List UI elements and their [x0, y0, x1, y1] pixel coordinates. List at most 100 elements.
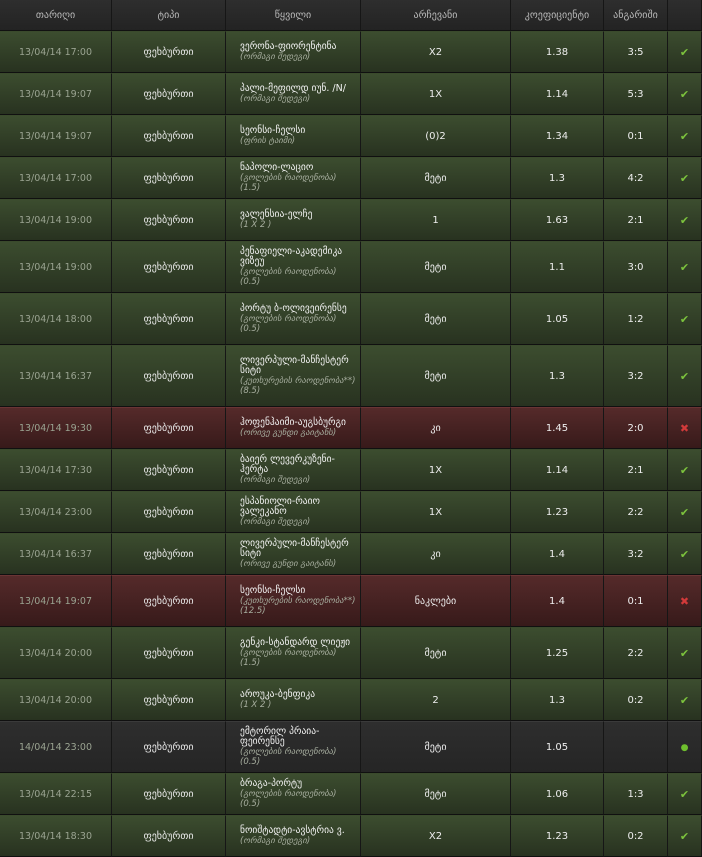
- bet-choice: X2: [361, 815, 511, 857]
- event-line: (1.5): [240, 658, 261, 668]
- bet-choice: კი: [361, 533, 511, 575]
- bet-sport-type: ფეხბურთი: [112, 407, 226, 449]
- bet-date: 13/04/14 16:37: [0, 533, 112, 575]
- bet-choice: 2: [361, 679, 511, 721]
- column-header-coefficient[interactable]: კოეფიციენტი: [511, 0, 604, 31]
- event-market: (1 X 2 ): [240, 700, 272, 710]
- event-name: აროუკა-ბენფიკა: [240, 689, 316, 700]
- table-row[interactable]: 13/04/14 19:07 ფეხბურთი სეონსი-ჩელსი (ფრის …: [0, 115, 702, 157]
- event-market: (ორმაგი შედეგი): [240, 94, 311, 104]
- bet-sport-type: ფეხბურთი: [112, 533, 226, 575]
- check-icon: ✔: [679, 45, 690, 59]
- bet-event-cell: პორტუ ბ-ოლივეირენსე (გოლების რაოდენობა) (0…: [226, 293, 361, 345]
- bet-date: 13/04/14 20:00: [0, 627, 112, 679]
- bet-sport-type: ფეხბურთი: [112, 773, 226, 815]
- table-row[interactable]: 13/04/14 23:00 ფეხბურთი ესპანიოლი-რაიო ვალ…: [0, 491, 702, 533]
- bet-status-cell: ✔: [668, 293, 702, 345]
- table-row[interactable]: 13/04/14 16:37 ფეხბურთი ლივერპული-მანჩესტე…: [0, 345, 702, 407]
- bet-event-cell: სეონსი-ჩელსი (ფრის ტაიმი): [226, 115, 361, 157]
- event-name: ჰოფენჰაიმი-აუგსბურგი: [240, 417, 346, 428]
- bet-coefficient: 1.1: [511, 241, 604, 293]
- bet-date: 13/04/14 19:00: [0, 199, 112, 241]
- bet-event-cell: სეონსი-ჩელსი (კუთხურების რაოდენობა**) (12.…: [226, 575, 361, 627]
- bet-event-cell: ვერონა-ფიორენტინა (ორმაგი შედეგი): [226, 31, 361, 73]
- table-row[interactable]: 13/04/14 20:00 ფეხბურთი გენკი-სტანდარდ ლიე…: [0, 627, 702, 679]
- bet-status-cell: ✖: [668, 407, 702, 449]
- bet-score: 0:2: [604, 679, 668, 721]
- bet-date: 13/04/14 20:00: [0, 679, 112, 721]
- column-header-choice[interactable]: არჩევანი: [361, 0, 511, 31]
- bet-choice: მეტი: [361, 721, 511, 773]
- bet-coefficient: 1.14: [511, 449, 604, 491]
- bet-event-cell: ესპანიოლი-რაიო ვალეკანო (ორმაგი შედეგი): [226, 491, 361, 533]
- table-row[interactable]: 13/04/14 16:37 ფეხბურთი ლივერპული-მანჩესტე…: [0, 533, 702, 575]
- bet-score: 2:0: [604, 407, 668, 449]
- bet-sport-type: ფეხბურთი: [112, 241, 226, 293]
- column-header-score[interactable]: ანგარიში: [604, 0, 668, 31]
- bet-date: 13/04/14 19:07: [0, 73, 112, 115]
- table-row[interactable]: 13/04/14 19:00 ფეხბურთი ვალენსია-ელჩე (1 X …: [0, 199, 702, 241]
- bet-date: 14/04/14 23:00: [0, 721, 112, 773]
- column-header-type[interactable]: ტიპი: [112, 0, 226, 31]
- bet-score: 2:1: [604, 449, 668, 491]
- bet-status-cell: ●: [668, 721, 702, 773]
- table-row[interactable]: 14/04/14 23:00 ფეხბურთი ემტორილ პრაია-ფეირ…: [0, 721, 702, 773]
- bet-status-cell: ✔: [668, 31, 702, 73]
- bet-sport-type: ფეხბურთი: [112, 345, 226, 407]
- bet-event-cell: ლივერპული-მანჩესტერ სიტი (ორივე გუნდი გაი…: [226, 533, 361, 575]
- bet-score: 3:2: [604, 533, 668, 575]
- table-row[interactable]: 13/04/14 19:30 ფეხბურთი ჰოფენჰაიმი-აუგსბურ…: [0, 407, 702, 449]
- bet-coefficient: 1.23: [511, 815, 604, 857]
- bet-event-cell: გენკი-სტანდარდ ლიეჟი (გოლების რაოდენობა)(…: [226, 627, 361, 679]
- event-market: (გოლების რაოდენობა): [240, 173, 337, 183]
- table-row[interactable]: 13/04/14 17:00 ფეხბურთი ნაპოლი-ლაციო (გოლებ…: [0, 157, 702, 199]
- bet-event-cell: ბრაგა-პორტუ (გოლების რაოდენობა) (0.5): [226, 773, 361, 815]
- bet-coefficient: 1.38: [511, 31, 604, 73]
- table-row[interactable]: 13/04/14 18:30 ფეხბურთი ნოიშტადტი-ავსტრია …: [0, 815, 702, 857]
- bet-status-cell: ✔: [668, 157, 702, 199]
- event-name: ემტორილ პრაია-ფეირენსე: [240, 726, 320, 747]
- bet-choice: 1X: [361, 73, 511, 115]
- bet-coefficient: 1.45: [511, 407, 604, 449]
- bet-status-cell: ✔: [668, 199, 702, 241]
- table-row[interactable]: 13/04/14 17:30 ფეხბურთი ბაიერ ლევერკუზენი-…: [0, 449, 702, 491]
- event-line: (12.5): [240, 606, 266, 616]
- event-market: (გოლების რაოდენობა): [240, 314, 337, 324]
- table-row[interactable]: 13/04/14 17:00 ფეხბურთი ვერონა-ფიორენტინა(…: [0, 31, 702, 73]
- bet-coefficient: 1.14: [511, 73, 604, 115]
- bet-date: 13/04/14 17:00: [0, 31, 112, 73]
- table-row[interactable]: 13/04/14 18:00 ფეხბურთი პორტუ ბ-ოლივეირენს…: [0, 293, 702, 345]
- bets-history-table: თარიღი ტიპი წყვილი არჩევანი კოეფიციენტი …: [0, 0, 702, 857]
- event-name: გენკი-სტანდარდ ლიეჟი: [240, 637, 351, 648]
- bet-choice: მეტი: [361, 157, 511, 199]
- bet-coefficient: 1.23: [511, 491, 604, 533]
- bet-status-cell: ✔: [668, 345, 702, 407]
- bet-sport-type: ფეხბურთი: [112, 157, 226, 199]
- dot-icon: ●: [680, 742, 689, 753]
- bet-coefficient: 1.05: [511, 721, 604, 773]
- column-header-date[interactable]: თარიღი: [0, 0, 112, 31]
- table-row[interactable]: 13/04/14 19:07 ფეხბურთი სეონსი-ჩელსი (კუთხუ…: [0, 575, 702, 627]
- bet-event-cell: ნაპოლი-ლაციო (გოლების რაოდენობა) (1.5): [226, 157, 361, 199]
- bet-coefficient: 1.4: [511, 575, 604, 627]
- bet-status-cell: ✔: [668, 73, 702, 115]
- bet-choice: მეტი: [361, 345, 511, 407]
- table-row[interactable]: 13/04/14 19:00 ფეხბურთი პენაფიელი-აკადემიკ…: [0, 241, 702, 293]
- table-row[interactable]: 13/04/14 22:15 ფეხბურთი ბრაგა-პორტუ (გოლები…: [0, 773, 702, 815]
- bet-date: 13/04/14 17:30: [0, 449, 112, 491]
- bet-coefficient: 1.05: [511, 293, 604, 345]
- check-icon: ✔: [679, 547, 690, 561]
- bet-score: 3:0: [604, 241, 668, 293]
- bet-event-cell: ემტორილ პრაია-ფეირენსე (გოლების რაოდენობა…: [226, 721, 361, 773]
- bet-score: 4:2: [604, 157, 668, 199]
- bet-sport-type: ფეხბურთი: [112, 627, 226, 679]
- bet-date: 13/04/14 16:37: [0, 345, 112, 407]
- bet-status-cell: ✔: [668, 115, 702, 157]
- bet-status-cell: ✔: [668, 627, 702, 679]
- bet-status-cell: ✔: [668, 533, 702, 575]
- column-header-event[interactable]: წყვილი: [226, 0, 361, 31]
- event-name: ბაიერ ლევერკუზენი-ჰერტა: [240, 454, 335, 475]
- table-row[interactable]: 13/04/14 19:07 ფეხბურთი პალი-მეფილდ იუნ. /…: [0, 73, 702, 115]
- table-row[interactable]: 13/04/14 20:00 ფეხბურთი აროუკა-ბენფიკა (1 X…: [0, 679, 702, 721]
- bet-date: 13/04/14 18:30: [0, 815, 112, 857]
